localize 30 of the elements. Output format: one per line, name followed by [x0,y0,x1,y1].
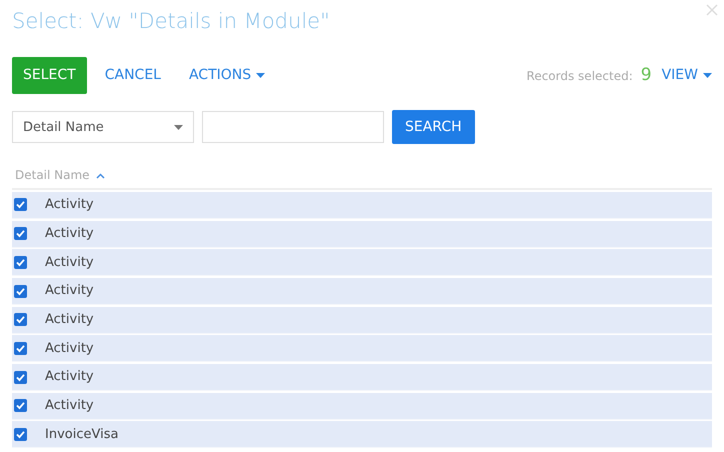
checkbox[interactable] [14,370,27,384]
cancel-button[interactable]: CANCEL [94,57,171,94]
checkbox[interactable] [14,399,27,412]
checkbox[interactable] [14,198,27,212]
column-dropdown[interactable]: Detail Name [12,111,194,144]
checkbox[interactable] [14,313,27,326]
search-button[interactable]: SEARCH [392,110,475,144]
table-row[interactable]: Activity [12,192,712,219]
checkbox[interactable] [14,284,27,298]
caret-icon [256,72,266,78]
checkbox[interactable] [14,227,27,240]
table-row[interactable]: Activity [12,306,712,334]
caret-icon [174,124,183,130]
checkbox[interactable] [14,256,27,269]
table-row[interactable]: Activity [12,335,712,362]
actions-button[interactable]: ACTIONS [178,57,276,94]
table-row[interactable]: Activity [12,392,712,420]
table-row[interactable]: Activity [12,364,712,392]
table-row[interactable]: InvoiceVisa [12,421,712,448]
dialog-title: Select: Vw "Details in Module" [12,8,331,35]
table-row[interactable]: Activity [12,278,712,306]
records-count: 9 [640,64,652,88]
checkbox[interactable] [14,428,27,441]
table-row[interactable]: Activity [12,249,712,276]
checkbox[interactable] [14,342,27,355]
search-field[interactable] [202,111,384,144]
table-row[interactable]: Activity [12,220,712,248]
records-selected-label: Records selected: [526,68,633,85]
caret-icon [703,72,712,78]
view-button[interactable]: VIEW [652,57,712,94]
